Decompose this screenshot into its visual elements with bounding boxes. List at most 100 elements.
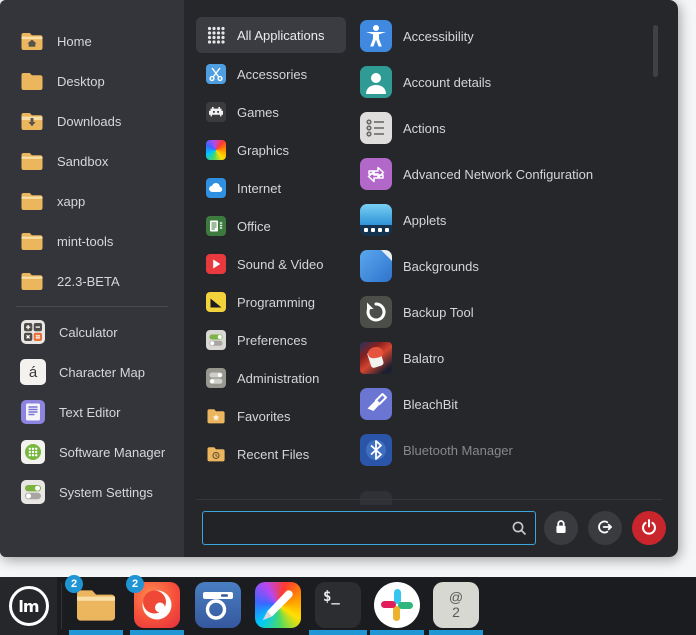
sidebar-item-home[interactable]: Home xyxy=(0,21,184,61)
active-window-indicator xyxy=(370,630,424,635)
taskbar: lm 2 2 xyxy=(0,577,696,635)
sidebar-item-character-map[interactable]: á Character Map xyxy=(0,352,184,392)
sidebar-item-xapp[interactable]: xapp xyxy=(0,181,184,221)
broom-icon xyxy=(360,388,392,420)
category-accessories[interactable]: Accessories xyxy=(196,55,346,93)
category-label: Recent Files xyxy=(237,447,309,462)
sidebar-item-label: Calculator xyxy=(59,325,118,340)
paintbrush-icon xyxy=(255,582,301,628)
category-recent-files[interactable]: Recent Files xyxy=(196,435,346,473)
category-label: Accessories xyxy=(237,67,307,82)
category-games[interactable]: Games xyxy=(196,93,346,131)
sidebar-item-label: Desktop xyxy=(57,74,105,89)
app-label: BleachBit xyxy=(403,397,458,412)
sidebar-item-label: Software Manager xyxy=(59,445,165,460)
calculator-icon xyxy=(20,319,46,345)
toggles-green-icon xyxy=(206,330,226,350)
taskbar-item-firefox[interactable]: 2 xyxy=(134,582,180,635)
rainbow-swatch-icon xyxy=(206,140,226,160)
accessibility-icon xyxy=(360,20,392,52)
search-separator xyxy=(196,499,662,500)
document-icon xyxy=(206,216,226,236)
play-icon xyxy=(206,254,226,274)
category-label: Programming xyxy=(237,295,315,310)
cloud-icon xyxy=(206,178,226,198)
space-invader-icon xyxy=(206,102,226,122)
app-actions[interactable]: Actions xyxy=(348,105,648,151)
category-label: All Applications xyxy=(237,28,324,43)
category-internet[interactable]: Internet xyxy=(196,169,346,207)
taskbar-item-slack[interactable] xyxy=(374,582,420,635)
sidebar-item-software-manager[interactable]: Software Manager xyxy=(0,432,184,472)
category-graphics[interactable]: Graphics xyxy=(196,131,346,169)
apps-scrollbar-thumb[interactable] xyxy=(653,25,658,77)
app-label: Accessibility xyxy=(403,29,474,44)
taskbar-item-characters[interactable]: @ 2 xyxy=(433,582,479,635)
folder-icon xyxy=(20,149,44,173)
sidebar-item-label: System Settings xyxy=(59,485,153,500)
app-bluetooth-manager[interactable]: Bluetooth Manager xyxy=(348,427,648,473)
slack-icon xyxy=(374,582,420,628)
folder-home-icon xyxy=(20,29,44,53)
category-all-applications[interactable]: All Applications xyxy=(196,17,346,53)
software-manager-icon xyxy=(20,439,46,465)
app-label: Backgrounds xyxy=(403,259,479,274)
category-favorites[interactable]: Favorites xyxy=(196,397,346,435)
app-advanced-network-configuration[interactable]: Advanced Network Configuration xyxy=(348,151,648,197)
sidebar-item-label: Text Editor xyxy=(59,405,120,420)
app-grid-icon xyxy=(206,25,226,45)
app-applets[interactable]: Applets xyxy=(348,197,648,243)
sidebar-item-text-editor[interactable]: Text Editor xyxy=(0,392,184,432)
sidebar-item-desktop[interactable]: Desktop xyxy=(0,61,184,101)
category-label: Administration xyxy=(237,371,319,386)
taskbar-item-terminal[interactable]: $_ xyxy=(315,582,361,635)
search-icon xyxy=(510,519,528,537)
category-label: Favorites xyxy=(237,409,290,424)
user-account-icon xyxy=(360,66,392,98)
power-button[interactable] xyxy=(632,511,666,545)
sidebar-item-label: 22.3-BETA xyxy=(57,274,120,289)
category-label: Preferences xyxy=(237,333,307,348)
sidebar-item-label: Downloads xyxy=(57,114,121,129)
active-window-indicator xyxy=(69,630,123,635)
taskbar-item-screenshot-tool[interactable] xyxy=(195,582,241,635)
category-preferences[interactable]: Preferences xyxy=(196,321,346,359)
logout-button[interactable] xyxy=(588,511,622,545)
sidebar-separator xyxy=(16,306,168,307)
app-balatro[interactable]: Balatro xyxy=(348,335,648,381)
category-administration[interactable]: Administration xyxy=(196,359,346,397)
app-backup-tool[interactable]: Backup Tool xyxy=(348,289,648,335)
sidebar-item-sandbox[interactable]: Sandbox xyxy=(0,141,184,181)
search-input[interactable] xyxy=(202,511,536,545)
category-sound-video[interactable]: Sound & Video xyxy=(196,245,346,283)
at-glyph: @ xyxy=(449,590,463,605)
app-backgrounds[interactable]: Backgrounds xyxy=(348,243,648,289)
sidebar-item-calculator[interactable]: Calculator xyxy=(0,312,184,352)
taskbar-item-files[interactable]: 2 xyxy=(73,582,119,635)
app-label: Balatro xyxy=(403,351,444,366)
partially-visible-app-icon xyxy=(360,491,392,505)
logout-icon xyxy=(594,516,616,541)
app-bleachbit[interactable]: BleachBit xyxy=(348,381,648,427)
category-programming[interactable]: Programming xyxy=(196,283,346,321)
sidebar-item-mint-tools[interactable]: mint-tools xyxy=(0,221,184,261)
app-account-details[interactable]: Account details xyxy=(348,59,648,105)
menu-button[interactable]: lm xyxy=(0,577,57,635)
terminal-icon: $_ xyxy=(315,582,361,628)
category-label: Graphics xyxy=(237,143,289,158)
app-accessibility[interactable]: Accessibility xyxy=(348,13,648,59)
toggles-gray-icon xyxy=(206,368,226,388)
search-bar xyxy=(202,511,536,545)
camera-icon xyxy=(195,582,241,628)
character-map-icon: á xyxy=(20,359,46,385)
category-list: All Applications Accessories Games Graph… xyxy=(196,17,346,473)
sidebar-item-downloads[interactable]: Downloads xyxy=(0,101,184,141)
category-office[interactable]: Office xyxy=(196,207,346,245)
lock-button[interactable] xyxy=(544,511,578,545)
app-label: Actions xyxy=(403,121,446,136)
app-label: Bluetooth Manager xyxy=(403,443,513,458)
sidebar-item-223-beta[interactable]: 22.3-BETA xyxy=(0,261,184,301)
sidebar-item-system-settings[interactable]: System Settings xyxy=(0,472,184,512)
folder-clock-icon xyxy=(206,444,226,464)
taskbar-item-drawing-app[interactable] xyxy=(255,582,301,635)
